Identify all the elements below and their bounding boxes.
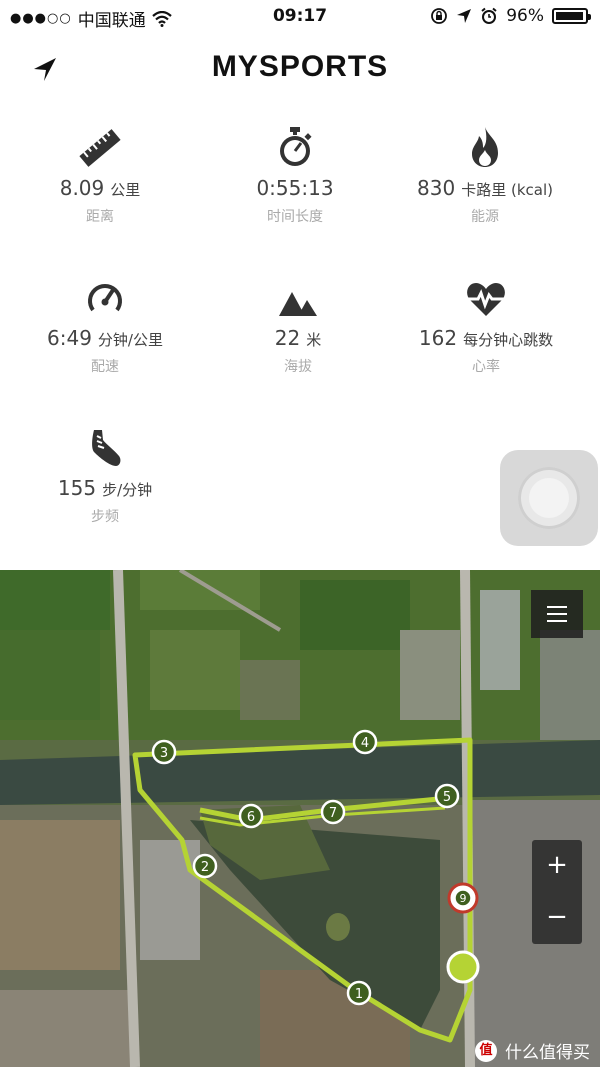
- rotation-lock-icon: [431, 8, 448, 24]
- stat-value: 0:55:13: [256, 176, 334, 200]
- marker-label: 7: [329, 806, 337, 821]
- stat-label: 距离: [86, 209, 114, 225]
- route-marker[interactable]: 5: [434, 783, 460, 809]
- stat-value: 6:49: [47, 326, 92, 350]
- battery-icon: [552, 8, 591, 24]
- stopwatch-icon: [280, 127, 312, 166]
- shoe-icon: [92, 430, 121, 466]
- marker-label: 9: [460, 892, 467, 905]
- route-marker[interactable]: 4: [352, 729, 378, 755]
- route-map[interactable]: 1 2 3 4 5 6 7 9: [0, 570, 600, 1067]
- marker-label: 4: [361, 736, 369, 751]
- mountain-icon: [279, 292, 317, 316]
- zoom-control: + −: [532, 840, 582, 944]
- assistive-touch-button[interactable]: [500, 450, 598, 546]
- route-marker[interactable]: 3: [151, 739, 177, 765]
- route-markers: 1 2 3 4 5 6 7 9: [151, 729, 472, 1006]
- marker-label: 6: [247, 810, 255, 825]
- stat-pace: 6:49 分钟/公里 配速: [5, 270, 205, 376]
- stat-unit: 分钟/公里: [97, 331, 163, 349]
- speedometer-icon: [88, 284, 122, 312]
- stat-value: 155: [57, 476, 97, 500]
- route-marker[interactable]: 6: [238, 803, 264, 829]
- watermark-badge: 值: [475, 1039, 497, 1062]
- hamburger-icon: [547, 606, 567, 608]
- stat-label: 心率: [472, 359, 500, 375]
- marker-label: 5: [443, 790, 451, 805]
- stat-unit: 卡路里 (kcal): [461, 181, 553, 199]
- stat-duration: 0:55:13 时间长度: [195, 120, 395, 226]
- ruler-icon: [79, 129, 121, 167]
- zoom-in-button[interactable]: +: [532, 840, 582, 892]
- stat-unit: 每分钟心跳数: [463, 331, 554, 349]
- stat-value: 162: [418, 326, 458, 350]
- stat-value: 8.09: [59, 176, 105, 200]
- route-marker[interactable]: 1: [346, 980, 372, 1006]
- stat-unit: 步/分钟: [102, 481, 153, 499]
- stat-unit: 米: [306, 331, 322, 349]
- heartbeat-icon: [467, 283, 505, 316]
- stat-label: 配速: [91, 359, 119, 375]
- stat-value: 830: [417, 176, 456, 200]
- zoom-out-button[interactable]: −: [532, 892, 582, 944]
- stat-label: 时间长度: [267, 209, 323, 225]
- flame-icon: [472, 127, 498, 167]
- map-menu-button[interactable]: [531, 590, 583, 638]
- watermark: 值 什么值得买: [475, 1038, 590, 1063]
- route-marker[interactable]: 7: [320, 799, 346, 825]
- stat-value: 22: [274, 326, 301, 350]
- stat-heart-rate: 162 每分钟心跳数 心率: [386, 270, 586, 376]
- marker-label: 3: [160, 746, 168, 761]
- stat-cadence: 155 步/分钟 步频: [5, 420, 205, 526]
- status-bar: ●●●○○ 中国联通 09:17 96%: [0, 0, 600, 34]
- battery-percent: 96%: [506, 6, 544, 26]
- stat-label: 海拔: [284, 359, 312, 375]
- stat-label: 能源: [471, 209, 499, 225]
- stat-distance: 8.09 公里 距离: [0, 120, 200, 226]
- marker-label: 2: [201, 860, 209, 875]
- alarm-icon: [481, 7, 497, 24]
- route-marker[interactable]: 2: [192, 853, 218, 879]
- stat-altitude: 22 米 海拔: [198, 270, 398, 376]
- app-header: MYSPORTS: [0, 34, 600, 100]
- stat-unit: 公里: [110, 181, 141, 199]
- page-title: MYSPORTS: [211, 50, 389, 83]
- stat-label: 步频: [91, 509, 119, 525]
- marker-label: 1: [355, 987, 363, 1002]
- watermark-text: 什么值得买: [505, 1043, 590, 1063]
- route-marker[interactable]: 9: [454, 889, 472, 907]
- stat-energy: 830 卡路里 (kcal) 能源: [385, 120, 585, 226]
- location-arrow-icon: [457, 9, 472, 23]
